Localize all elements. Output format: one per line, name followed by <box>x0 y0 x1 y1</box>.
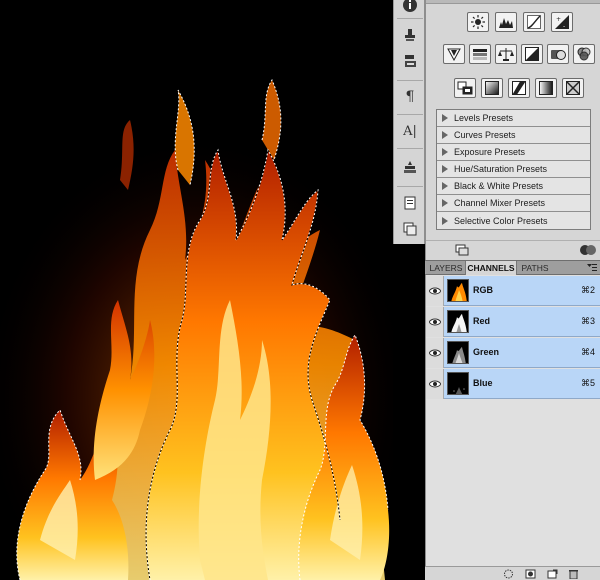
posterize-icon[interactable] <box>481 78 503 98</box>
color-balance-icon[interactable] <box>495 44 517 64</box>
disclosure-triangle-icon <box>442 199 448 207</box>
svg-text:-: - <box>563 23 565 29</box>
visibility-eye-icon[interactable] <box>426 338 444 368</box>
channel-row-blue[interactable]: Blue ⌘5 <box>426 369 600 399</box>
adjustment-icons-row-3 <box>454 78 584 98</box>
load-selection-icon[interactable] <box>503 569 514 579</box>
channel-row-red[interactable]: Red ⌘3 <box>426 307 600 337</box>
adjustments-panel: + - Levels Presets Curves Presets Exposu… <box>425 0 600 260</box>
curves-icon[interactable] <box>523 12 545 32</box>
tab-channels[interactable]: CHANNELS <box>465 261 517 275</box>
clone-source-icon[interactable] <box>398 24 422 46</box>
tab-paths[interactable]: PATHS <box>518 261 552 275</box>
levels-icon[interactable] <box>495 12 517 32</box>
character-icon[interactable]: A| <box>398 120 422 142</box>
channel-thumbnail-green <box>447 341 469 364</box>
black-white-icon[interactable] <box>521 44 543 64</box>
tab-layers[interactable]: LAYERS <box>427 261 465 275</box>
disclosure-triangle-icon <box>442 182 448 190</box>
preset-levels[interactable]: Levels Presets <box>437 110 590 127</box>
disclosure-triangle-icon <box>442 131 448 139</box>
tool-presets-icon[interactable] <box>398 50 422 72</box>
clip-to-layer-icon[interactable] <box>579 244 597 256</box>
preset-selective-color[interactable]: Selective Color Presets <box>437 212 590 229</box>
channels-panel: RGB ⌘2 Red ⌘3 Green ⌘4 Blue ⌘5 <box>425 275 600 566</box>
gradient-map-icon[interactable] <box>535 78 557 98</box>
threshold-icon[interactable] <box>508 78 530 98</box>
channel-thumbnail-red <box>447 310 469 333</box>
channels-footer <box>425 566 600 580</box>
adjustment-icons-row-1: + - <box>467 12 573 32</box>
preset-exposure[interactable]: Exposure Presets <box>437 144 590 161</box>
adjustment-icons-row-2 <box>443 44 595 64</box>
panel-top-bar <box>426 0 600 4</box>
adjustment-presets-list: Levels Presets Curves Presets Exposure P… <box>436 109 591 230</box>
visibility-eye-icon[interactable] <box>426 369 444 399</box>
brightness-contrast-icon[interactable] <box>467 12 489 32</box>
save-selection-icon[interactable] <box>525 569 536 579</box>
disclosure-triangle-icon <box>442 148 448 156</box>
exposure-icon[interactable]: + - <box>551 12 573 32</box>
preset-channel-mixer[interactable]: Channel Mixer Presets <box>437 195 590 212</box>
notes-icon[interactable] <box>398 192 422 214</box>
panel-icon-strip: ¶ A| <box>393 0 425 244</box>
adjustments-footer <box>426 240 600 260</box>
photo-filter-icon[interactable] <box>547 44 569 64</box>
return-to-list-icon[interactable] <box>455 244 469 256</box>
layer-copy-icon[interactable] <box>398 218 422 240</box>
info-icon[interactable] <box>398 0 422 16</box>
selective-color-icon[interactable] <box>562 78 584 98</box>
document-canvas[interactable] <box>0 0 393 580</box>
delete-channel-icon[interactable] <box>568 569 579 579</box>
channel-thumbnail-rgb <box>447 279 469 302</box>
channel-thumbnail-blue <box>447 372 469 395</box>
visibility-eye-icon[interactable] <box>426 276 444 306</box>
disclosure-triangle-icon <box>442 165 448 173</box>
preset-curves[interactable]: Curves Presets <box>437 127 590 144</box>
canvas-edge <box>393 244 425 580</box>
channel-mixer-icon[interactable] <box>573 44 595 64</box>
disclosure-triangle-icon <box>442 216 448 225</box>
disclosure-triangle-icon <box>442 114 448 122</box>
preset-black-white[interactable]: Black & White Presets <box>437 178 590 195</box>
channel-row-green[interactable]: Green ⌘4 <box>426 338 600 368</box>
vibrance-icon[interactable] <box>443 44 465 64</box>
fire-image <box>0 0 393 580</box>
new-channel-icon[interactable] <box>547 569 558 579</box>
preset-hue-saturation[interactable]: Hue/Saturation Presets <box>437 161 590 178</box>
hue-saturation-icon[interactable] <box>469 44 491 64</box>
panel-menu-icon[interactable] <box>587 263 597 272</box>
svg-text:+: + <box>556 16 561 23</box>
channel-row-rgb[interactable]: RGB ⌘2 <box>426 276 600 306</box>
visibility-eye-icon[interactable] <box>426 307 444 337</box>
layer-comps-icon[interactable] <box>398 156 422 178</box>
invert-icon[interactable] <box>454 78 476 98</box>
paragraph-icon[interactable]: ¶ <box>398 86 422 108</box>
panel-tab-bar: LAYERS CHANNELS PATHS <box>425 260 600 275</box>
